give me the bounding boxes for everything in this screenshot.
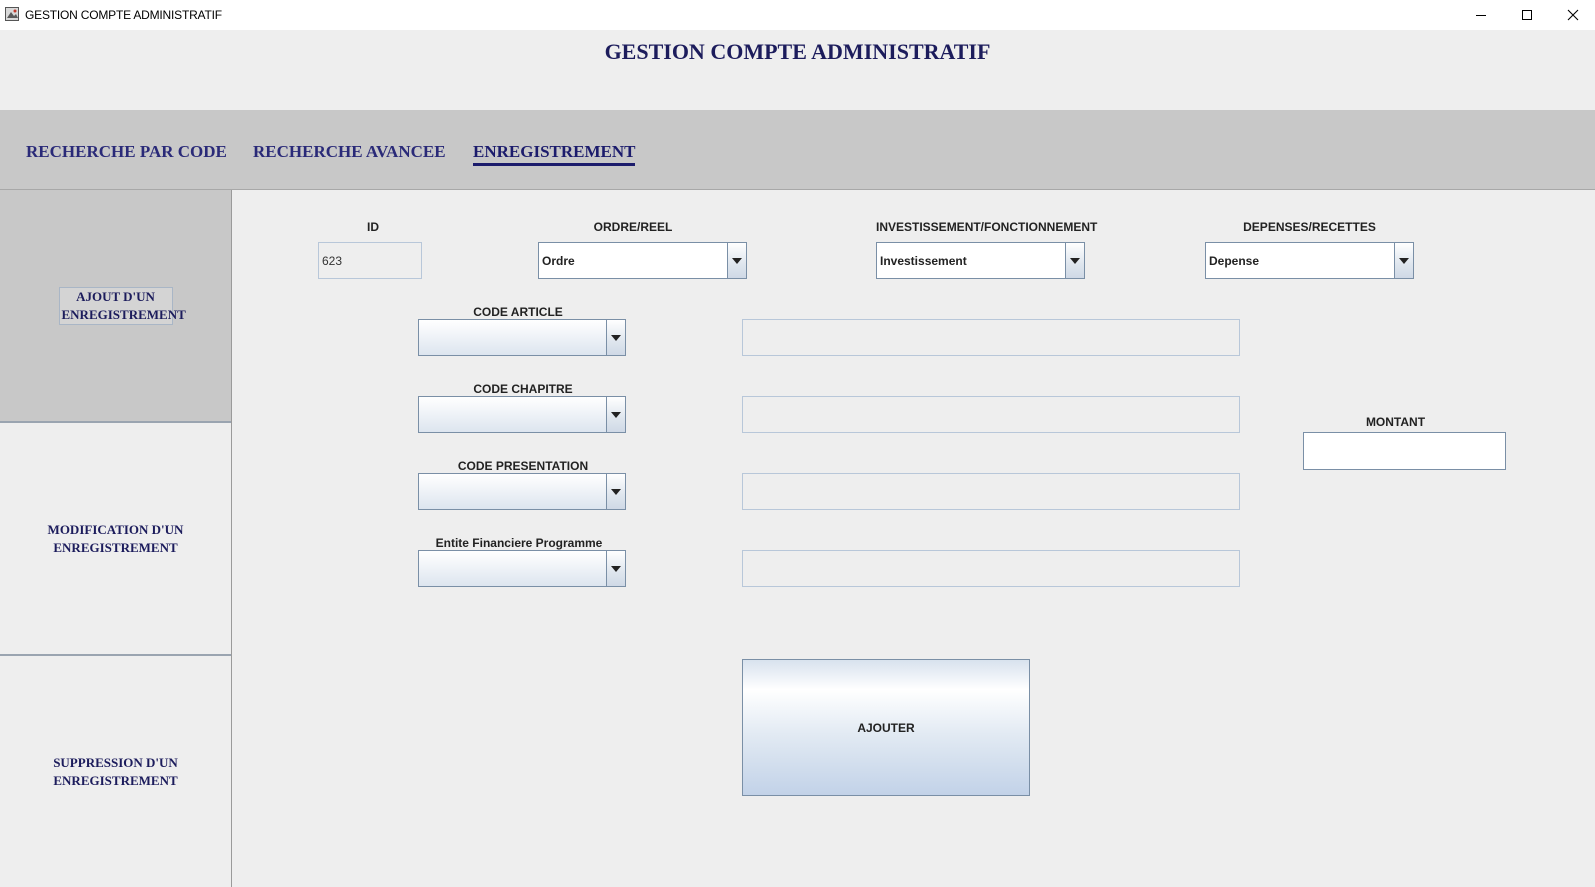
chevron-down-icon: [611, 565, 621, 572]
code-presentation-label: CODE PRESENTATION: [457, 459, 589, 473]
code-chapitre-description-field: [742, 396, 1240, 433]
sidebar-item-ajout[interactable]: AJOUT D'UN ENREGISTREMENT: [0, 190, 231, 423]
app-header: GESTION COMPTE ADMINISTRATIF: [0, 30, 1595, 110]
investissement-fonctionnement-value: Investissement: [880, 253, 967, 268]
main-nav: RECHERCHE PAR CODE RECHERCHE AVANCEE ENR…: [0, 110, 1595, 190]
depenses-recettes-label: DEPENSES/RECETTES: [1243, 220, 1376, 234]
sidebar-item-label: SUPPRESSION D'UN ENREGISTREMENT: [53, 754, 178, 788]
depenses-recettes-select[interactable]: Depense: [1205, 242, 1414, 279]
window-title: GESTION COMPTE ADMINISTRATIF: [25, 8, 222, 22]
chevron-down-icon: [611, 411, 621, 418]
sidebar-item-label: AJOUT D'UN ENREGISTREMENT: [58, 286, 186, 325]
sidebar-item-label: MODIFICATION D'UN ENREGISTREMENT: [47, 521, 184, 555]
entite-financiere-label: Entite Financiere Programme: [435, 536, 603, 550]
maximize-button[interactable]: [1504, 0, 1550, 30]
ordre-reel-value: Ordre: [542, 253, 575, 268]
code-presentation-description-field: [742, 473, 1240, 510]
code-presentation-select[interactable]: [418, 473, 626, 510]
investissement-fonctionnement-dropdown-button[interactable]: [1065, 243, 1084, 278]
depenses-recettes-dropdown-button[interactable]: [1394, 243, 1413, 278]
chevron-down-icon: [611, 334, 621, 341]
code-chapitre-label: CODE CHAPITRE: [473, 382, 573, 396]
entite-financiere-dropdown-button[interactable]: [606, 551, 625, 586]
minimize-icon: [1476, 15, 1486, 16]
ordre-reel-label: ORDRE/REEL: [593, 220, 673, 234]
close-button[interactable]: [1550, 0, 1595, 30]
entite-financiere-description-field: [742, 550, 1240, 587]
investissement-fonctionnement-select[interactable]: Investissement: [876, 242, 1085, 279]
entite-financiere-select[interactable]: [418, 550, 626, 587]
code-article-description-field: [742, 319, 1240, 356]
app-icon: [5, 7, 19, 21]
depenses-recettes-value: Depense: [1209, 253, 1260, 268]
chevron-down-icon: [732, 257, 742, 264]
tab-enregistrement[interactable]: ENREGISTREMENT: [473, 142, 636, 166]
chevron-down-icon: [1399, 257, 1409, 264]
code-article-select[interactable]: [418, 319, 626, 356]
id-field: 623: [318, 242, 422, 279]
sidebar-item-modification[interactable]: MODIFICATION D'UN ENREGISTREMENT: [0, 423, 231, 656]
sidebar-item-suppression[interactable]: SUPPRESSION D'UN ENREGISTREMENT: [0, 656, 231, 887]
investissement-fonctionnement-label: INVESTISSEMENT/FONCTIONNEMENT: [876, 220, 1098, 234]
tab-recherche-par-code[interactable]: RECHERCHE PAR CODE: [26, 142, 227, 162]
id-label: ID: [367, 220, 379, 234]
code-presentation-dropdown-button[interactable]: [606, 474, 625, 509]
code-chapitre-select[interactable]: [418, 396, 626, 433]
code-article-dropdown-button[interactable]: [606, 320, 625, 355]
sidebar: AJOUT D'UN ENREGISTREMENT MODIFICATION D…: [0, 190, 232, 887]
code-chapitre-dropdown-button[interactable]: [606, 397, 625, 432]
montant-input[interactable]: [1303, 432, 1506, 470]
code-article-label: CODE ARTICLE: [473, 305, 563, 319]
maximize-icon: [1522, 10, 1532, 20]
chevron-down-icon: [611, 488, 621, 495]
ordre-reel-dropdown-button[interactable]: [727, 243, 746, 278]
montant-label: MONTANT: [1365, 415, 1426, 429]
window-titlebar: GESTION COMPTE ADMINISTRATIF: [0, 0, 1595, 30]
ordre-reel-select[interactable]: Ordre: [538, 242, 747, 279]
ajouter-button[interactable]: AJOUTER: [742, 659, 1030, 796]
chevron-down-icon: [1070, 257, 1080, 264]
minimize-button[interactable]: [1458, 0, 1504, 30]
tab-recherche-avancee[interactable]: RECHERCHE AVANCEE: [253, 142, 446, 162]
page-title: GESTION COMPTE ADMINISTRATIF: [604, 39, 991, 64]
close-icon: [1567, 9, 1579, 21]
